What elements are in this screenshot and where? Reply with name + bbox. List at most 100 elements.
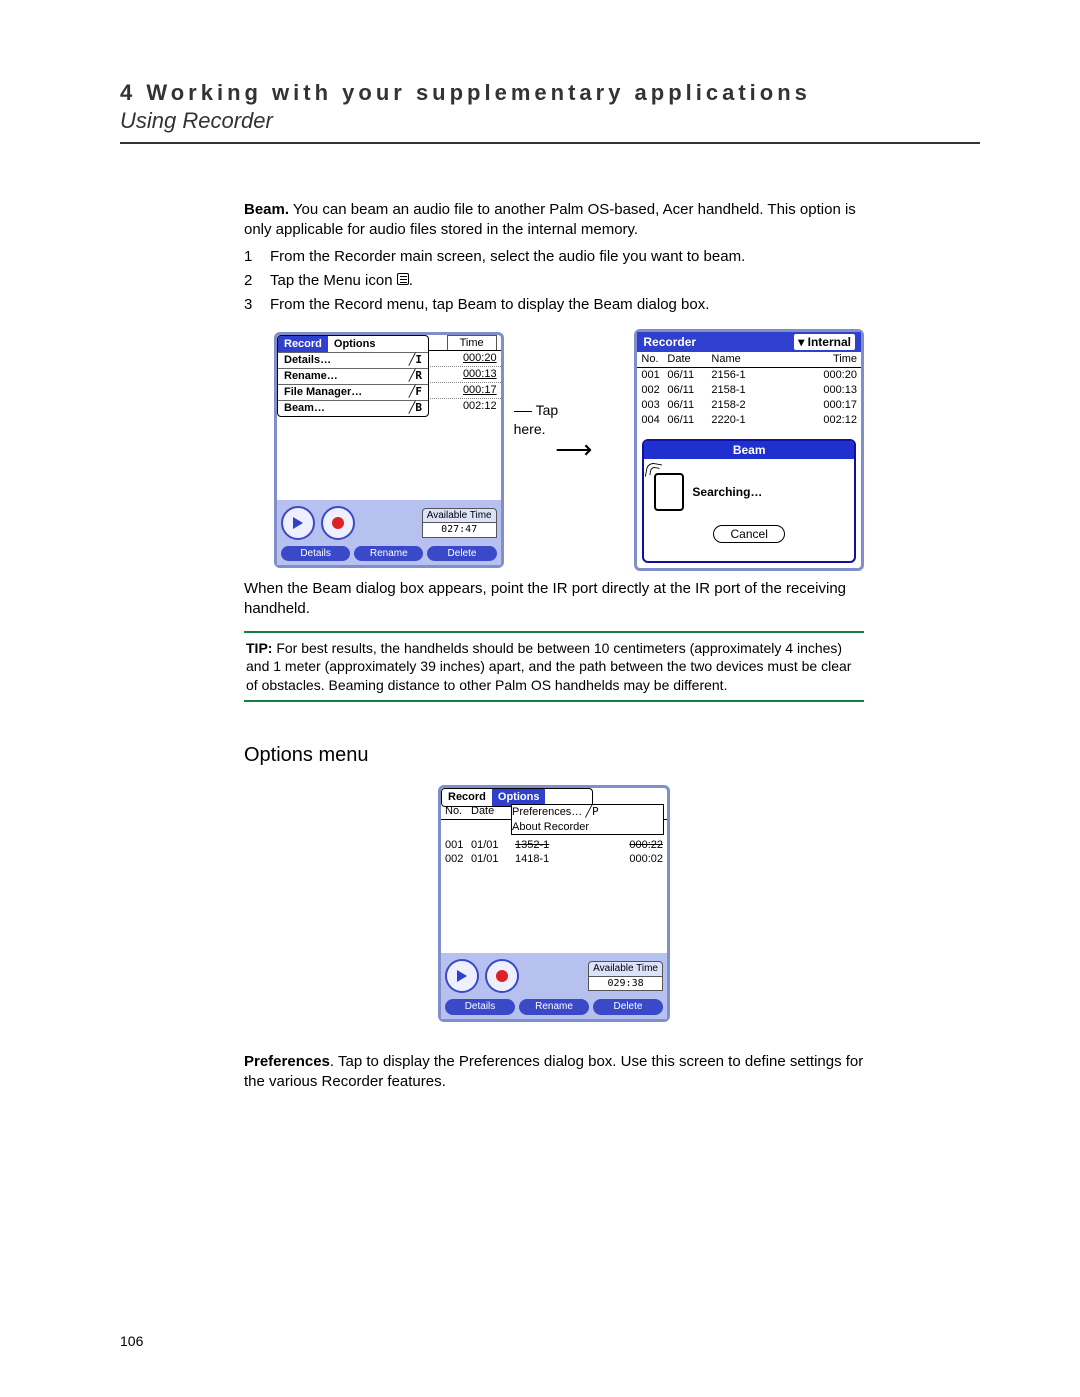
cell-name: 1418-1 <box>515 852 571 867</box>
available-time-box: Available Time 029:38 <box>588 961 663 991</box>
menu-icon <box>397 273 409 285</box>
menu-item-label: About Recorder <box>512 821 589 833</box>
palm-screenshot-options-menu: Record Options Preferences… ╱P About Rec… <box>438 785 670 1022</box>
chapter-title: 4 Working with your supplementary applic… <box>120 80 980 106</box>
step-2: 2 Tap the Menu icon . <box>244 271 864 291</box>
storage-dropdown[interactable]: ▾ Internal <box>794 334 855 350</box>
dialog-status: Searching… <box>692 484 762 500</box>
cell-no: 003 <box>641 398 667 413</box>
intro-rest: You can beam an audio file to another Pa… <box>244 201 856 238</box>
column-header-name: Name <box>711 352 767 367</box>
details-button[interactable]: Details <box>281 546 350 562</box>
header-rule <box>120 142 980 144</box>
tip-label: TIP: <box>246 640 272 656</box>
details-button[interactable]: Details <box>445 999 515 1015</box>
cell-name: 2158-2 <box>711 398 767 413</box>
delete-button[interactable]: Delete <box>427 546 496 562</box>
menu-item-stroke: ╱R <box>409 369 422 384</box>
tip-box: TIP: For best results, the handhelds sho… <box>244 631 864 702</box>
prefs-rest: . Tap to display the Preferences dialog … <box>244 1053 863 1090</box>
column-header-time: Time <box>809 352 857 367</box>
delete-button[interactable]: Delete <box>593 999 663 1015</box>
step-number: 1 <box>244 247 270 267</box>
record-button[interactable] <box>485 959 519 993</box>
cancel-button[interactable]: Cancel <box>713 525 785 543</box>
dialog-title: Beam <box>644 441 854 459</box>
record-button[interactable] <box>321 506 355 540</box>
step-3: 3 From the Record menu, tap Beam to disp… <box>244 295 864 315</box>
prefs-bold: Preferences <box>244 1053 330 1070</box>
step2-after: . <box>409 272 413 289</box>
available-time-box: Available Time 027:47 <box>422 508 497 538</box>
palm-screenshot-beam-dialog: Recorder ▾ Internal No. Date Name Time 0… <box>634 329 864 570</box>
cell-date: 06/11 <box>667 413 711 428</box>
menu-item-label: Preferences… <box>512 806 582 818</box>
cell-name: 1352-1 <box>515 838 571 853</box>
column-header-time: Time <box>447 335 497 351</box>
cell-no: 002 <box>641 383 667 398</box>
cell-time: 000:17 <box>809 398 857 413</box>
list-row[interactable]: 002 06/11 2158-1 000:13 <box>637 383 861 398</box>
rename-button[interactable]: Rename <box>354 546 423 562</box>
palm-screenshot-record-menu: Record Options Details… ╱I Rename… ╱R Fi… <box>274 332 504 569</box>
cell-time: 000:22 <box>615 838 663 853</box>
cell-date: 01/01 <box>471 852 515 867</box>
cell-date: 06/11 <box>667 398 711 413</box>
cell-no: 004 <box>641 413 667 428</box>
cell-name: 2158-1 <box>711 383 767 398</box>
menu-item-preferences[interactable]: Preferences… ╱P <box>512 805 663 820</box>
menu-item-label: Details… <box>284 353 331 368</box>
cell-date: 06/11 <box>667 368 711 383</box>
list-row[interactable]: 004 06/11 2220-1 002:12 <box>637 413 861 428</box>
section-title: Using Recorder <box>120 108 980 134</box>
beam-icon <box>654 473 684 511</box>
play-button[interactable] <box>445 959 479 993</box>
play-button[interactable] <box>281 506 315 540</box>
cell-time: 000:17 <box>449 383 497 398</box>
page-number: 106 <box>120 1333 143 1349</box>
cell-no: 001 <box>445 838 471 853</box>
available-time-label: Available Time <box>422 508 497 524</box>
cell-name: 2156-1 <box>711 368 767 383</box>
cell-date: 06/11 <box>667 383 711 398</box>
menu-item-stroke: ╱F <box>409 385 422 400</box>
step2-before: Tap the Menu icon <box>270 272 397 289</box>
menu-item-details[interactable]: Details… ╱I <box>278 352 428 368</box>
menu-item-rename[interactable]: Rename… ╱R <box>278 368 428 384</box>
list-row[interactable]: 001 01/01 1352-1 000:22 <box>441 838 667 853</box>
menu-item-about[interactable]: About Recorder <box>512 820 663 835</box>
column-header-no: No. <box>641 352 667 367</box>
menu-tab-options[interactable]: Options <box>328 336 382 353</box>
cell-time: 002:12 <box>809 413 857 428</box>
beam-dialog: Beam Searching… Cancel <box>642 439 856 563</box>
available-time-label: Available Time <box>588 961 663 977</box>
step-number: 3 <box>244 295 270 315</box>
menu-item-filemanager[interactable]: File Manager… ╱F <box>278 384 428 400</box>
available-time-value: 027:47 <box>422 523 497 538</box>
column-header-date: Date <box>667 352 711 367</box>
cell-time: 000:20 <box>449 351 497 366</box>
menu-item-stroke: ╱P <box>585 805 598 818</box>
list-row[interactable]: 003 06/11 2158-2 000:17 <box>637 398 861 413</box>
preferences-paragraph: Preferences. Tap to display the Preferen… <box>244 1052 864 1093</box>
figure-row: Record Options Details… ╱I Rename… ╱R Fi… <box>274 329 864 570</box>
list-row[interactable]: 001 06/11 2156-1 000:20 <box>637 368 861 383</box>
cell-time: 000:20 <box>809 368 857 383</box>
menu-item-label: Beam… <box>284 401 325 416</box>
cell-no: 002 <box>445 852 471 867</box>
step-1: 1 From the Recorder main screen, select … <box>244 247 864 267</box>
rename-button[interactable]: Rename <box>519 999 589 1015</box>
tap-here-text: Tap here. <box>514 402 559 437</box>
app-title: Recorder <box>643 334 696 350</box>
menu-tab-record[interactable]: Record <box>442 789 492 806</box>
cell-time: 002:12 <box>449 399 497 414</box>
menu-item-stroke: ╱I <box>409 353 422 368</box>
record-menu: Record Options Details… ╱I Rename… ╱R Fi… <box>277 335 429 417</box>
tip-body: For best results, the handhelds should b… <box>246 640 851 692</box>
menu-item-beam[interactable]: Beam… ╱B <box>278 400 428 416</box>
menu-tab-record[interactable]: Record <box>278 336 328 353</box>
step-number: 2 <box>244 271 270 291</box>
cell-time: 000:13 <box>809 383 857 398</box>
list-row[interactable]: 002 01/01 1418-1 000:02 <box>441 852 667 867</box>
cell-no: 001 <box>641 368 667 383</box>
